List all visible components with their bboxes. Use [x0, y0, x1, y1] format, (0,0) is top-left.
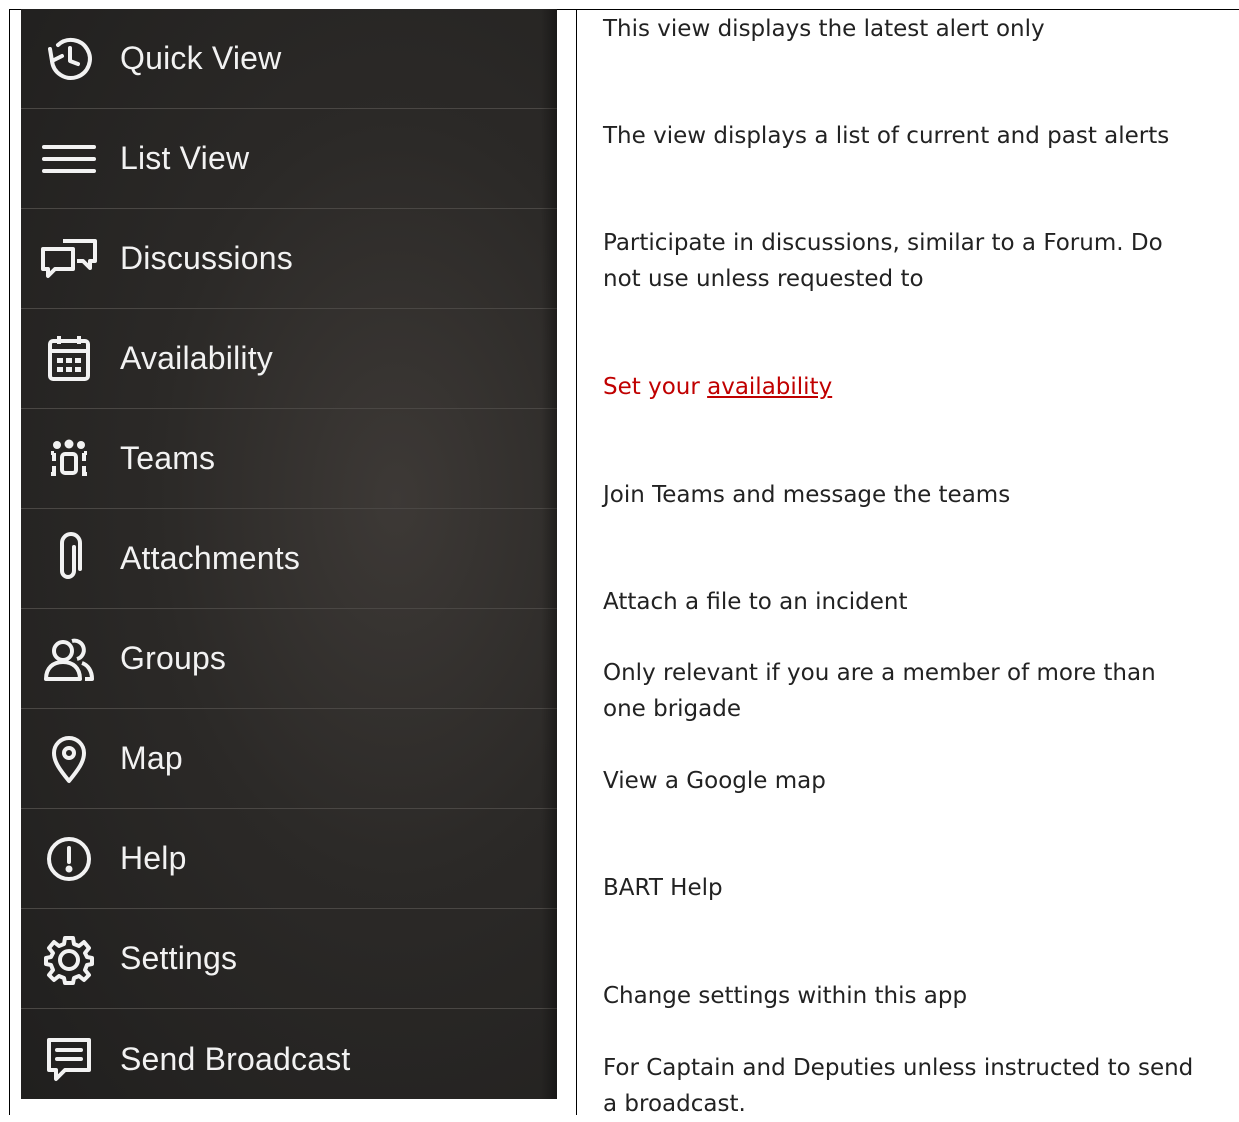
nav-label: Groups	[120, 640, 227, 676]
nav-label: List View	[120, 140, 250, 176]
navigation-drawer: Quick View List View Discussions Availab…	[21, 9, 557, 1099]
description-line: a broadcast.	[603, 1091, 746, 1117]
description-send-broadcast: For Captain and Deputies unless instruct…	[603, 1050, 1223, 1122]
gear-icon	[39, 929, 99, 989]
nav-label: Discussions	[120, 240, 293, 276]
paperclip-icon	[39, 529, 99, 589]
description-settings: Change settings within this app	[603, 983, 968, 1009]
nav-item-teams[interactable]: Teams	[21, 409, 557, 509]
description-line: Participate in discussions, similar to a…	[603, 230, 1163, 256]
nav-item-map[interactable]: Map	[21, 709, 557, 809]
description-line: For Captain and Deputies unless instruct…	[603, 1055, 1194, 1081]
description-help: BART Help	[603, 875, 723, 901]
alert-circle-icon	[39, 829, 99, 889]
column-divider	[576, 9, 577, 1115]
nav-item-settings[interactable]: Settings	[21, 909, 557, 1009]
nav-item-attachments[interactable]: Attachments	[21, 509, 557, 609]
description-availability: Set your availability	[603, 369, 1223, 405]
menu-lines-icon	[39, 129, 99, 189]
description-line: one brigade	[603, 696, 741, 722]
history-icon	[39, 29, 99, 89]
nav-item-discussions[interactable]: Discussions	[21, 209, 557, 309]
description-discussions: Participate in discussions, similar to a…	[603, 225, 1223, 297]
description-list-view: The view displays a list of current and …	[603, 123, 1170, 149]
nav-label: Attachments	[120, 540, 301, 576]
nav-item-send-broadcast[interactable]: Send Broadcast	[21, 1009, 557, 1099]
nav-item-list-view[interactable]: List View	[21, 109, 557, 209]
nav-item-availability[interactable]: Availability	[21, 309, 557, 409]
nav-label: Help	[120, 840, 187, 876]
nav-item-quick-view[interactable]: Quick View	[21, 9, 557, 109]
nav-label: Map	[120, 740, 183, 776]
chat-bubbles-icon	[39, 229, 99, 289]
description-line: not use unless requested to	[603, 266, 924, 292]
description-quick-view: This view displays the latest alert only	[603, 16, 1045, 42]
nav-label: Teams	[120, 440, 216, 476]
nav-label: Settings	[120, 940, 238, 976]
availability-prefix: Set your	[603, 374, 708, 400]
nav-item-help[interactable]: Help	[21, 809, 557, 909]
message-icon	[39, 1029, 99, 1089]
availability-link[interactable]: availability	[707, 374, 832, 400]
description-groups: Only relevant if you are a member of mor…	[603, 655, 1223, 727]
nav-item-groups[interactable]: Groups	[21, 609, 557, 709]
description-attachments: Attach a file to an incident	[603, 589, 908, 615]
nav-label: Availability	[120, 340, 273, 376]
description-line: Only relevant if you are a member of mor…	[603, 660, 1156, 686]
calendar-icon	[39, 329, 99, 389]
description-map: View a Google map	[603, 768, 826, 794]
description-teams: Join Teams and message the teams	[603, 482, 1011, 508]
nav-label: Send Broadcast	[120, 1040, 351, 1077]
nav-label: Quick View	[120, 40, 282, 76]
team-icon	[39, 429, 99, 489]
people-icon	[39, 629, 99, 689]
map-pin-icon	[39, 729, 99, 789]
